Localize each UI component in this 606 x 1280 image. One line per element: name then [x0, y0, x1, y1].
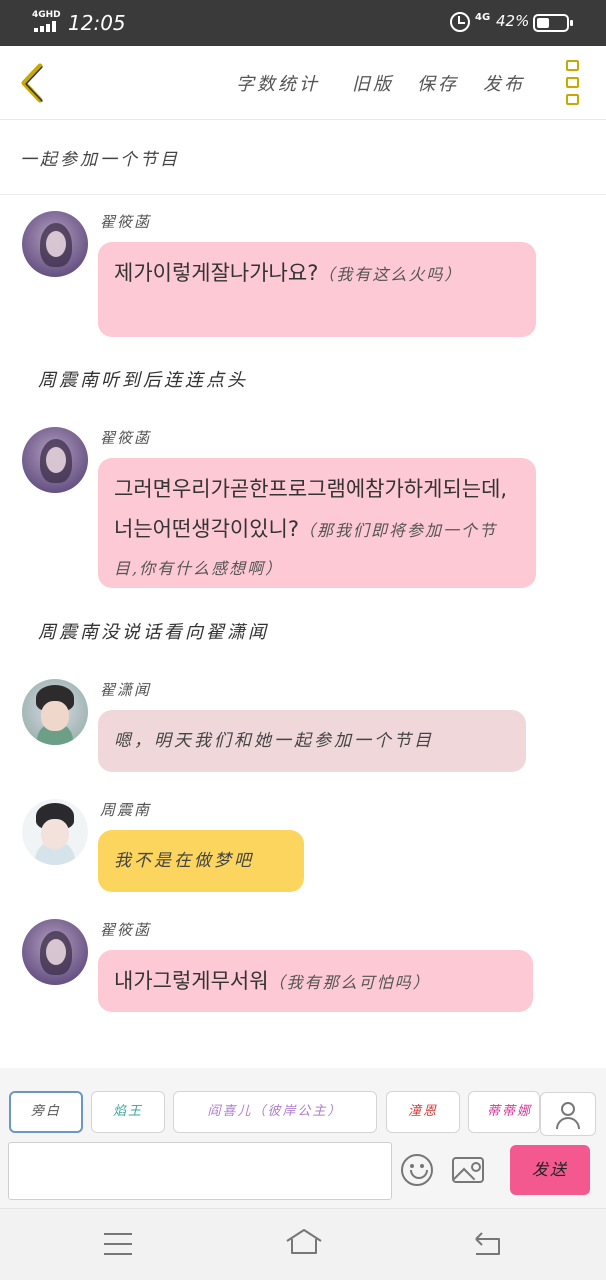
home-icon[interactable]	[284, 1227, 324, 1257]
network-type: 4G	[475, 12, 491, 23]
word-count-link[interactable]: 字数统计	[236, 70, 320, 96]
image-icon[interactable]	[452, 1157, 484, 1183]
chevron-left-icon[interactable]	[16, 62, 50, 104]
more-vertical-icon[interactable]	[565, 60, 581, 106]
bubble-note-text: 我不是在做梦吧	[114, 851, 254, 871]
bubble-note-text: （我有那么可怕吗）	[268, 973, 431, 992]
girl-avatar[interactable]	[22, 919, 88, 985]
chat-bubble[interactable]: 我不是在做梦吧	[98, 830, 304, 892]
sender-name: 翟潇闻	[100, 681, 152, 699]
sender-name: 周震南	[100, 801, 152, 819]
story-title: 一起参加一个节目	[20, 150, 180, 170]
clock: 12:05	[68, 11, 126, 35]
sender-name: 翟筱菡	[100, 921, 152, 939]
role-chip-narrator[interactable]: 旁白	[9, 1091, 83, 1133]
battery-icon	[533, 14, 573, 32]
role-chip[interactable]: 焰王	[91, 1091, 165, 1133]
old-version-link[interactable]: 旧版	[352, 70, 394, 96]
sender-name: 翟筱菡	[100, 429, 152, 447]
bubble-main-text: 제가이렇게잘나가나요?	[114, 261, 319, 285]
boy-avatar-2[interactable]	[22, 799, 88, 865]
role-chip[interactable]: 蒂蒂娜	[468, 1091, 540, 1133]
narration-text[interactable]: 周震南听到后连连点头	[38, 366, 248, 392]
bubble-note-text: 嗯，明天我们和她一起参加一个节目	[114, 731, 434, 751]
publish-link[interactable]: 发布	[483, 70, 525, 96]
role-chip[interactable]: 潼恩	[386, 1091, 460, 1133]
save-link[interactable]: 保存	[417, 70, 459, 96]
message-input[interactable]	[8, 1142, 392, 1200]
boy-avatar-1[interactable]	[22, 679, 88, 745]
signal-icon	[34, 21, 62, 32]
alarm-icon	[450, 12, 470, 32]
battery-fill	[537, 18, 549, 28]
battery-percent: 42%	[496, 12, 530, 30]
role-chip[interactable]: 阎喜儿（彼岸公主）	[173, 1091, 377, 1133]
menu-icon[interactable]	[104, 1233, 132, 1255]
chat-bubble[interactable]: 그러면우리가곧한프로그램에참가하게되는데,너는어떤생각이있니?（那我们即将参加一…	[98, 458, 536, 588]
chat-bubble[interactable]: 嗯，明天我们和她一起参加一个节目	[98, 710, 526, 772]
top-toolbar: 字数统计 旧版 保存 发布	[0, 46, 606, 120]
system-nav-bar	[0, 1208, 606, 1280]
chat-bubble[interactable]: 제가이렇게잘나가나요?（我有这么火吗）	[98, 242, 536, 337]
sender-name: 翟筱菡	[100, 213, 152, 231]
status-bar: 4GHD 12:05 4G 42%	[0, 0, 606, 46]
user-icon[interactable]	[540, 1092, 596, 1136]
girl-avatar[interactable]	[22, 211, 88, 277]
send-button[interactable]: 发送	[510, 1145, 590, 1195]
narration-text[interactable]: 周震南没说话看向翟潇闻	[38, 618, 269, 644]
bubble-main-text: 내가그렇게무서워	[114, 969, 269, 993]
back-icon[interactable]	[470, 1229, 504, 1259]
network-label: 4GHD	[32, 10, 61, 20]
story-title-row[interactable]: 一起参加一个节目	[0, 121, 606, 195]
bubble-note-text: （我有这么火吗）	[318, 265, 463, 284]
girl-avatar[interactable]	[22, 427, 88, 493]
emoji-icon[interactable]	[401, 1154, 433, 1186]
chat-bubble[interactable]: 내가그렇게무서워（我有那么可怕吗）	[98, 950, 533, 1012]
